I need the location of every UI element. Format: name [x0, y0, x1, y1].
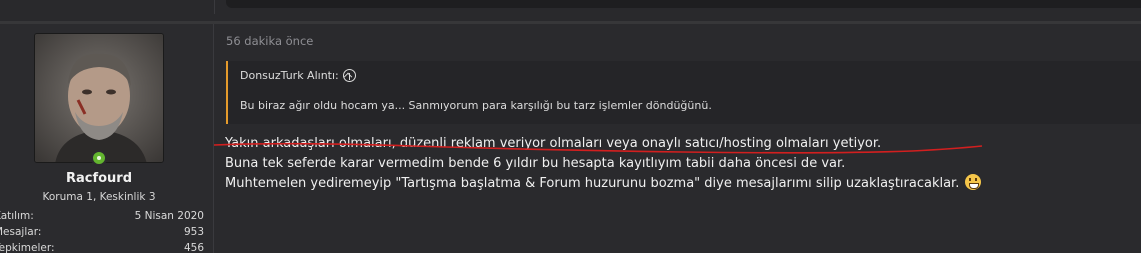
red-underline-annotation — [213, 142, 983, 154]
quote-text: Bu biraz ağır oldu hocam ya... Sanmıyoru… — [240, 99, 712, 112]
online-status-icon — [91, 150, 107, 166]
post-timestamp[interactable]: 56 dakika önce — [226, 34, 313, 48]
quote-suffix: Alıntı: — [303, 69, 339, 82]
quote-header[interactable]: DonsuzTurk Alıntı: — [240, 69, 356, 82]
stat-label: Mesajlar: — [0, 226, 42, 238]
stat-value: 953 — [183, 226, 204, 238]
quote-author[interactable]: DonsuzTurk — [240, 69, 304, 82]
arrow-up-circle-icon[interactable] — [342, 69, 356, 82]
stat-row-joined: Katılım: 5 Nisan 2020 — [0, 210, 206, 224]
quote-block: DonsuzTurk Alıntı: Bu biraz ağır oldu ho… — [226, 61, 1141, 124]
grinning-face-icon — [965, 174, 982, 190]
message-line: Muhtemelen yediremeyip "Tartışma başlatm… — [225, 174, 982, 194]
username[interactable]: Racfourd — [0, 171, 198, 186]
stat-label: Tepkimeler: — [0, 242, 55, 253]
message-line-text: Muhtemelen yediremeyip "Tartışma başlatm… — [225, 176, 960, 191]
stat-value: 456 — [183, 242, 204, 253]
stat-row-reactions: Tepkimeler: 456 — [0, 242, 206, 253]
stat-value: 5 Nisan 2020 — [134, 210, 204, 222]
user-title: Koruma 1, Keskinlik 3 — [42, 191, 156, 203]
top-divider — [214, 0, 215, 14]
reply-editor-edge[interactable] — [226, 0, 1141, 8]
avatar-image — [35, 34, 163, 162]
stat-row-messages: Mesajlar: 953 — [0, 226, 206, 240]
user-info-panel: Racfourd Koruma 1, Keskinlik 3 Katılım: … — [0, 24, 214, 253]
stat-label: Katılım: — [0, 210, 34, 222]
avatar[interactable] — [34, 33, 164, 163]
